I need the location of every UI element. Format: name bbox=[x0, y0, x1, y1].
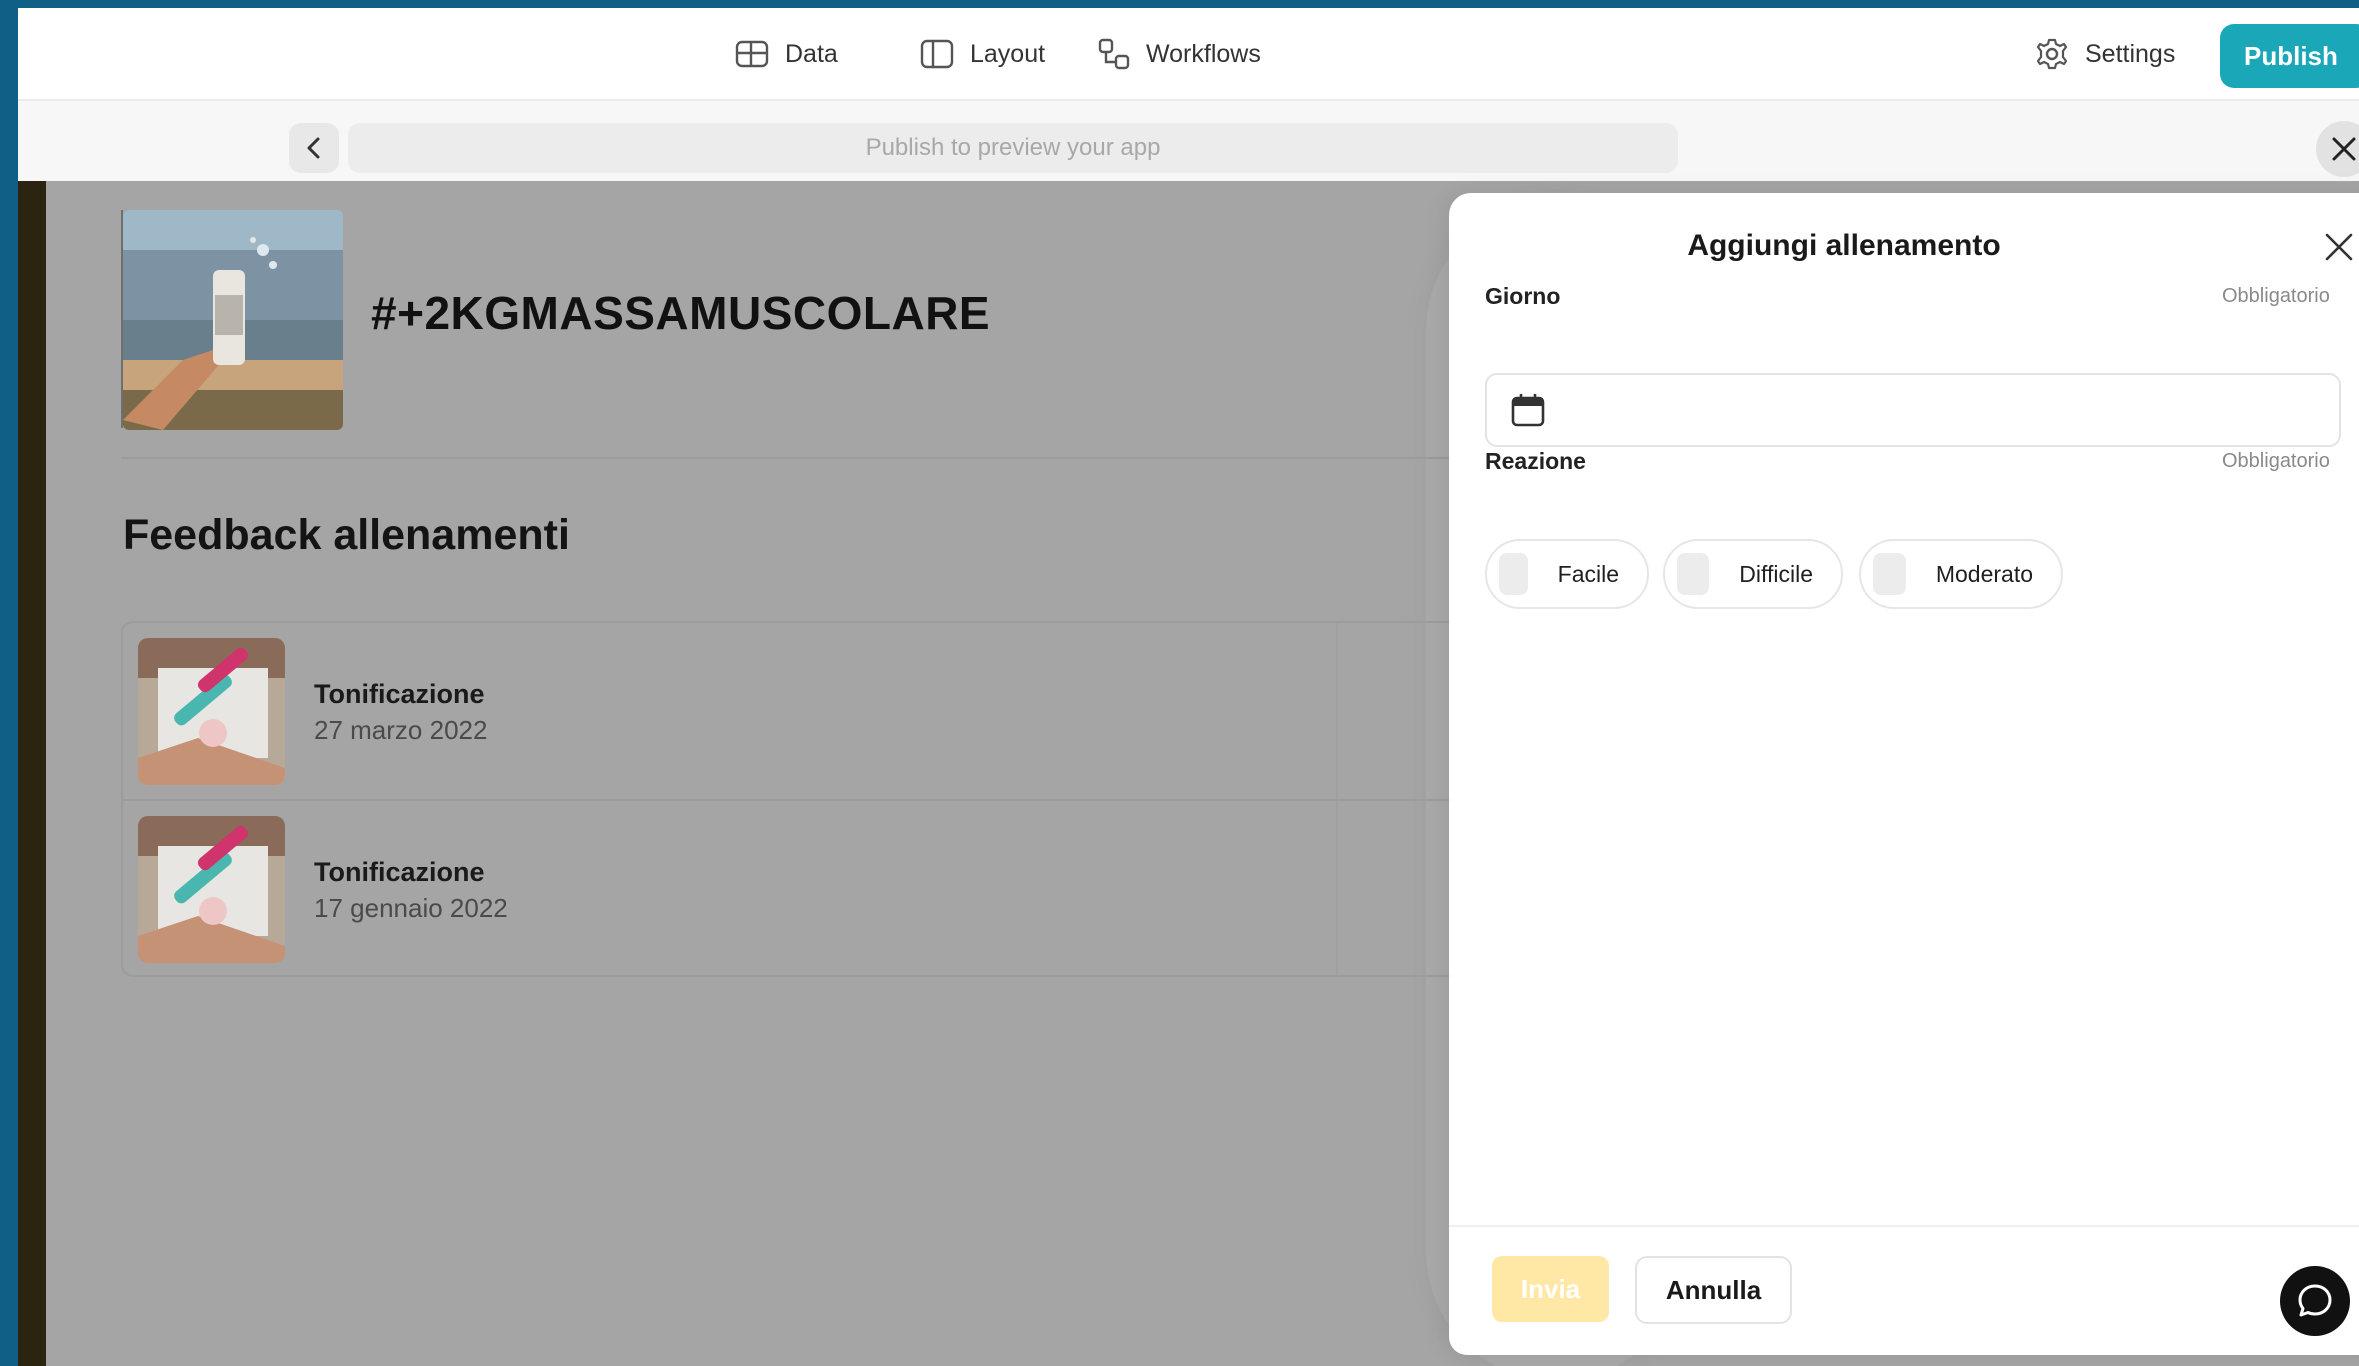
app-window: Data Layout Workflows Settings Publish P… bbox=[18, 8, 2359, 1366]
option-checkbox[interactable] bbox=[1677, 553, 1710, 595]
list-item-thumbnail bbox=[138, 816, 285, 963]
preview-url-field[interactable]: Publish to preview your app bbox=[348, 123, 1678, 173]
modal-title: Aggiungi allenamento bbox=[1687, 229, 2001, 262]
giorno-required: Obbligatorio bbox=[2222, 285, 2330, 307]
calendar-icon bbox=[1511, 394, 1545, 427]
publish-button[interactable]: Publish bbox=[2220, 24, 2359, 88]
option-moderato[interactable]: Moderato bbox=[1859, 539, 2063, 609]
tab-layout[interactable]: Layout bbox=[920, 34, 1045, 74]
modal-close-button[interactable] bbox=[2321, 229, 2357, 265]
app-preview: #+2KGMASSAMUSCOLARE Feedback allenamenti bbox=[18, 181, 2359, 1366]
chat-button[interactable] bbox=[2280, 1266, 2350, 1336]
list-item-thumbnail bbox=[138, 638, 285, 785]
option-label: Moderato bbox=[1935, 560, 2033, 587]
settings-button[interactable]: Settings bbox=[2035, 34, 2175, 74]
row-separator bbox=[1336, 801, 1338, 975]
table-icon bbox=[735, 40, 769, 68]
list-item-date: 17 gennaio 2022 bbox=[314, 893, 508, 923]
close-icon bbox=[2325, 233, 2353, 261]
back-button[interactable] bbox=[289, 123, 339, 173]
option-facile[interactable]: Facile bbox=[1485, 539, 1649, 609]
hero-image bbox=[123, 210, 343, 430]
list-item[interactable]: Tonificazione 27 marzo 2022 bbox=[123, 623, 1559, 799]
hero-title: #+2KGMASSAMUSCOLARE bbox=[371, 287, 991, 339]
list-item-title: Tonificazione bbox=[314, 857, 485, 887]
section-title: Feedback allenamenti bbox=[123, 511, 570, 559]
gear-icon bbox=[2036, 38, 2068, 70]
list-item[interactable]: Tonificazione 17 gennaio 2022 bbox=[123, 799, 1559, 975]
tab-layout-label: Layout bbox=[970, 39, 1046, 68]
submit-button[interactable]: Invia bbox=[1492, 1256, 1609, 1322]
tab-data[interactable]: Data bbox=[735, 34, 838, 74]
list-item-title: Tonificazione bbox=[314, 679, 485, 709]
preview-bar: Publish to preview your app bbox=[18, 101, 2359, 181]
settings-label: Settings bbox=[2085, 39, 2176, 68]
workflows-icon bbox=[1098, 38, 1130, 70]
option-label: Facile bbox=[1557, 560, 1619, 587]
giorno-label: Giorno bbox=[1485, 283, 1561, 309]
tab-workflows-label: Workflows bbox=[1146, 39, 1261, 68]
option-difficile[interactable]: Difficile bbox=[1663, 539, 1843, 609]
add-workout-modal: Aggiungi allenamento Giorno Obbligatorio… bbox=[1449, 193, 2359, 1355]
left-edge bbox=[18, 181, 46, 1366]
tab-workflows[interactable]: Workflows bbox=[1098, 34, 1261, 74]
list-item-date: 27 marzo 2022 bbox=[314, 715, 488, 745]
reazione-required: Obbligatorio bbox=[2222, 450, 2330, 472]
chat-bubble-icon bbox=[2298, 1284, 2332, 1317]
top-toolbar: Data Layout Workflows Settings Publish bbox=[18, 8, 2359, 101]
option-checkbox[interactable] bbox=[1499, 553, 1528, 595]
close-icon bbox=[2332, 137, 2356, 161]
feedback-list: Tonificazione 27 marzo 2022 Tonificazion… bbox=[121, 621, 1561, 977]
cancel-button[interactable]: Annulla bbox=[1635, 1256, 1792, 1324]
giorno-date-input[interactable] bbox=[1485, 373, 2341, 447]
hero-divider bbox=[121, 457, 1521, 459]
layout-icon bbox=[920, 39, 954, 69]
option-checkbox[interactable] bbox=[1873, 553, 1906, 595]
tab-data-label: Data bbox=[785, 39, 838, 68]
modal-footer-divider bbox=[1449, 1225, 2359, 1227]
reazione-label: Reazione bbox=[1485, 448, 1586, 474]
close-preview-button[interactable] bbox=[2316, 121, 2359, 177]
chevron-left-icon bbox=[307, 137, 320, 159]
row-separator bbox=[1336, 623, 1338, 799]
option-label: Difficile bbox=[1739, 560, 1813, 587]
